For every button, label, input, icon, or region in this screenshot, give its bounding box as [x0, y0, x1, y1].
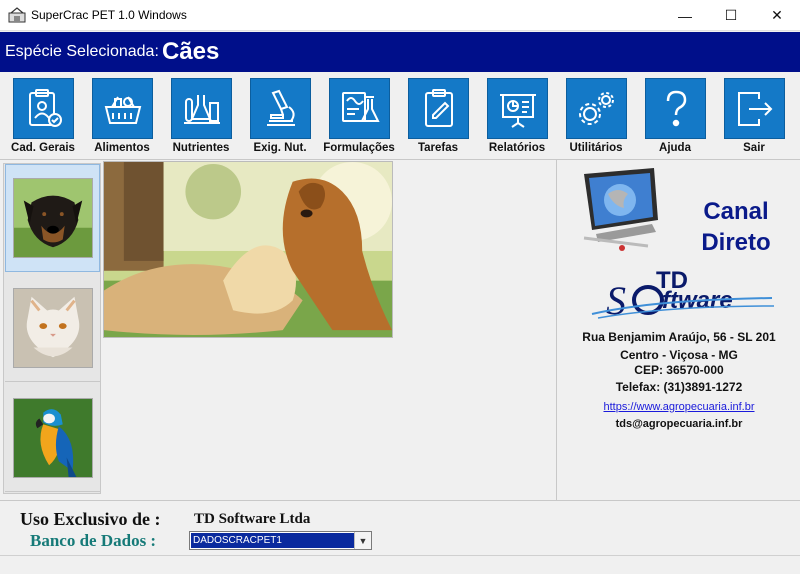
species-value: Cães — [162, 38, 220, 65]
address-line2: Centro - Viçosa - MG — [620, 348, 738, 362]
tool-label: Sair — [743, 142, 765, 154]
telefax-text: Telefax: (31)3891-1272 — [615, 380, 743, 394]
uso-exclusivo-label: Uso Exclusivo de : — [20, 509, 161, 529]
exig-nut-button[interactable]: Exig. Nut. — [240, 78, 320, 158]
utilitarios-button[interactable]: Utilitários — [556, 78, 636, 158]
relatorios-button[interactable]: Relatórios — [477, 78, 557, 158]
microscope-icon — [266, 89, 295, 126]
tarefas-button[interactable]: Tarefas — [398, 78, 478, 158]
cep-text: CEP: 36570-000 — [634, 363, 724, 377]
dog-photo — [12, 178, 93, 258]
question-icon — [666, 90, 686, 126]
computer-monitor-icon — [583, 168, 658, 251]
website-link[interactable]: https://www.agropecuaria.inf.br — [558, 401, 800, 413]
ajuda-button[interactable]: Ajuda — [635, 78, 715, 158]
chevron-down-icon[interactable]: ▼ — [354, 532, 371, 549]
canal-line2: Direto — [701, 229, 771, 256]
title-bar: SuperCrac PET 1.0 Windows — ☐ ✕ — [0, 0, 800, 31]
email-text: tds@agropecuaria.inf.br — [615, 418, 743, 430]
td-software-logo: TD S ftware — [591, 267, 775, 322]
food-basket-icon — [104, 95, 141, 124]
sair-button[interactable]: Sair — [714, 78, 794, 158]
presentation-chart-icon — [499, 93, 536, 128]
task-clipboard-icon — [424, 88, 453, 127]
status-strip — [0, 555, 800, 574]
lab-glassware-icon — [183, 94, 220, 124]
species-label: Espécie Selecionada: — [5, 43, 159, 60]
window-title: SuperCrac PET 1.0 Windows — [31, 8, 187, 22]
panel-divider — [556, 160, 557, 500]
species-dog-button[interactable] — [5, 164, 100, 272]
address-line1: Rua Benjamim Araújo, 56 - SL 201 — [582, 330, 776, 344]
species-cat-button[interactable] — [5, 274, 100, 382]
banco-de-dados-label: Banco de Dados : — [30, 531, 157, 550]
nutrientes-button[interactable]: Nutrientes — [161, 78, 241, 158]
database-select[interactable]: DADOSCRACPET1 ▼ — [189, 531, 372, 550]
species-bar: Espécie Selecionada: Cães — [0, 32, 800, 72]
clipboard-user-icon — [28, 88, 62, 127]
exit-icon — [737, 91, 772, 126]
main-toolbar: Cad. Gerais Alimentos Nutrientes Exig. N… — [0, 72, 800, 160]
dogs-playing-photo — [103, 161, 393, 338]
contact-panel: Canal Direto TD S ftware Rua Benjamim Ar… — [558, 160, 800, 500]
canal-direto-heading: Canal Direto — [676, 196, 796, 258]
parrot-photo — [12, 397, 93, 478]
minimize-button[interactable]: — — [662, 0, 708, 31]
formula-flask-icon — [341, 91, 380, 122]
gears-icon — [578, 91, 614, 125]
app-icon — [8, 7, 26, 23]
uso-exclusivo-value: TD Software Ltda — [194, 511, 311, 527]
cad-gerais-button[interactable]: Cad. Gerais — [3, 78, 83, 158]
formulacoes-button[interactable]: Formulações — [319, 78, 399, 158]
cat-photo — [12, 287, 93, 368]
close-button[interactable]: ✕ — [754, 0, 800, 31]
alimentos-button[interactable]: Alimentos — [82, 78, 162, 158]
database-select-value: DADOSCRACPET1 — [191, 533, 354, 548]
canal-line1: Canal — [703, 198, 769, 225]
species-bird-button[interactable] — [5, 384, 100, 492]
main-area: Canal Direto TD S ftware Rua Benjamim Ar… — [0, 160, 800, 500]
maximize-button[interactable]: ☐ — [708, 0, 754, 31]
footer-panel: Uso Exclusivo de : TD Software Ltda Banc… — [0, 500, 800, 574]
species-selector — [3, 163, 101, 494]
